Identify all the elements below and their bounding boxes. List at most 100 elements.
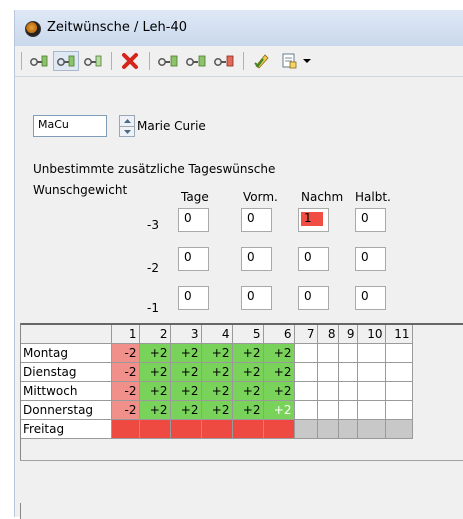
time-cell[interactable]	[232, 419, 264, 439]
period-header: 7	[294, 325, 318, 344]
spin-up-icon[interactable]	[120, 116, 134, 126]
wish-input-tage[interactable]: 0	[178, 208, 209, 232]
teacher-code-field[interactable]: MaCu	[33, 115, 107, 137]
time-cell[interactable]: +2	[263, 343, 295, 363]
time-cell[interactable]: +2	[139, 400, 171, 420]
teacher-key-active-icon[interactable]	[53, 51, 79, 71]
time-cell[interactable]	[201, 419, 233, 439]
time-cell[interactable]	[317, 362, 339, 382]
time-cell[interactable]: +2	[139, 381, 171, 401]
time-cell[interactable]: +2	[139, 362, 171, 382]
period-header: 6	[263, 325, 295, 344]
time-cell[interactable]: +2	[170, 343, 202, 363]
key-1-icon[interactable]	[155, 51, 181, 71]
toolbar-separator	[243, 52, 244, 70]
pen-check-icon[interactable]	[249, 51, 275, 71]
time-cell[interactable]	[139, 419, 171, 439]
time-cell[interactable]	[338, 362, 358, 382]
spin-down-icon[interactable]	[120, 126, 134, 137]
time-cell[interactable]	[294, 381, 318, 401]
key-2-icon[interactable]	[183, 51, 209, 71]
teacher-spinner[interactable]	[119, 115, 135, 137]
wish-input-halbt[interactable]: 0	[355, 286, 386, 310]
toolbar-separator	[149, 52, 150, 70]
time-cell[interactable]: +2	[201, 400, 233, 420]
day-row: Montag -2 +2 +2 +2 +2 +2	[21, 343, 413, 363]
time-cell[interactable]: +2	[170, 400, 202, 420]
time-cell[interactable]	[385, 419, 413, 439]
time-cell[interactable]	[317, 381, 339, 401]
time-cell[interactable]	[385, 400, 413, 420]
weight-row-label: -2	[147, 261, 159, 275]
time-cell[interactable]: +2	[201, 362, 233, 382]
day-row: Dienstag -2 +2 +2 +2 +2 +2	[21, 362, 413, 382]
time-cell[interactable]	[317, 400, 339, 420]
time-cell[interactable]: +2	[263, 381, 295, 401]
time-cell[interactable]: -2	[111, 343, 140, 363]
time-cell[interactable]	[357, 400, 386, 420]
wish-input-nachm[interactable]: 1	[298, 208, 329, 232]
wish-input-nachm[interactable]: 0	[298, 247, 329, 271]
wish-input-halbt[interactable]: 0	[355, 208, 386, 232]
dropdown-arrow-icon[interactable]	[301, 51, 313, 71]
wish-input-vorm[interactable]: 0	[241, 286, 272, 310]
time-cell[interactable]	[385, 381, 413, 401]
time-cell[interactable]	[294, 343, 318, 363]
time-cell[interactable]	[338, 400, 358, 420]
time-cell[interactable]: +2	[170, 362, 202, 382]
wish-input-nachm[interactable]: 0	[298, 286, 329, 310]
period-header: 11	[385, 325, 413, 344]
teacher-key-icon[interactable]	[27, 51, 51, 71]
time-cell[interactable]: -2	[111, 381, 140, 401]
time-cell[interactable]: +2	[139, 343, 171, 363]
wish-input-halbt[interactable]: 0	[355, 247, 386, 271]
teacher-key-alt-icon[interactable]	[81, 51, 105, 71]
time-cell[interactable]	[294, 419, 318, 439]
time-cell[interactable]	[357, 381, 386, 401]
time-cell[interactable]	[385, 343, 413, 363]
print-preview-icon[interactable]	[277, 51, 301, 71]
time-cell[interactable]: +2	[170, 381, 202, 401]
weight-row-label: -3	[147, 218, 159, 232]
time-cell[interactable]	[338, 381, 358, 401]
grid-corner	[21, 325, 112, 344]
time-cell[interactable]	[317, 419, 339, 439]
time-cell[interactable]	[294, 362, 318, 382]
key-3-icon[interactable]	[211, 51, 237, 71]
time-cell[interactable]: +2	[232, 381, 264, 401]
time-cell[interactable]	[357, 343, 386, 363]
wish-input-vorm[interactable]: 0	[241, 247, 272, 271]
timetable: 1 2 3 4 5 6 7 8 9 10 11 Montag -2 +2 +2 +2 +2 +2 Dienstag -…	[21, 325, 413, 439]
wish-input-tage[interactable]: 0	[178, 247, 209, 271]
day-label: Donnerstag	[21, 400, 112, 420]
time-cell[interactable]	[338, 419, 358, 439]
time-cell[interactable]: +2	[201, 381, 233, 401]
period-header: 1	[111, 325, 140, 344]
time-cell[interactable]	[357, 362, 386, 382]
time-cell[interactable]	[385, 362, 413, 382]
time-cell[interactable]	[111, 419, 140, 439]
time-cell[interactable]	[263, 419, 295, 439]
time-cell[interactable]: +2	[263, 400, 295, 420]
app-clock-icon	[25, 21, 41, 37]
day-row: Donnerstag -2 +2 +2 +2 +2 +2	[21, 400, 413, 420]
time-cell[interactable]	[317, 343, 339, 363]
section-title: Unbestimmte zusätzliche Tageswünsche	[33, 162, 276, 176]
time-cell[interactable]	[338, 343, 358, 363]
time-cell[interactable]: +2	[263, 362, 295, 382]
wish-input-tage[interactable]: 0	[178, 286, 209, 310]
time-cell[interactable]: +2	[232, 362, 264, 382]
time-cell[interactable]	[170, 419, 202, 439]
day-row: Freitag	[21, 419, 413, 439]
time-cell[interactable]	[357, 419, 386, 439]
time-cell[interactable]	[294, 400, 318, 420]
content-panel: MaCu Marie Curie Unbestimmte zusätzliche…	[15, 77, 463, 325]
wish-input-vorm[interactable]: 0	[241, 208, 272, 232]
time-cell[interactable]: -2	[111, 362, 140, 382]
toolbar-separator	[21, 52, 22, 70]
time-cell[interactable]: +2	[232, 400, 264, 420]
time-cell[interactable]: +2	[232, 343, 264, 363]
time-cell[interactable]: +2	[201, 343, 233, 363]
delete-x-icon[interactable]	[117, 51, 143, 71]
time-cell[interactable]: -2	[111, 400, 140, 420]
